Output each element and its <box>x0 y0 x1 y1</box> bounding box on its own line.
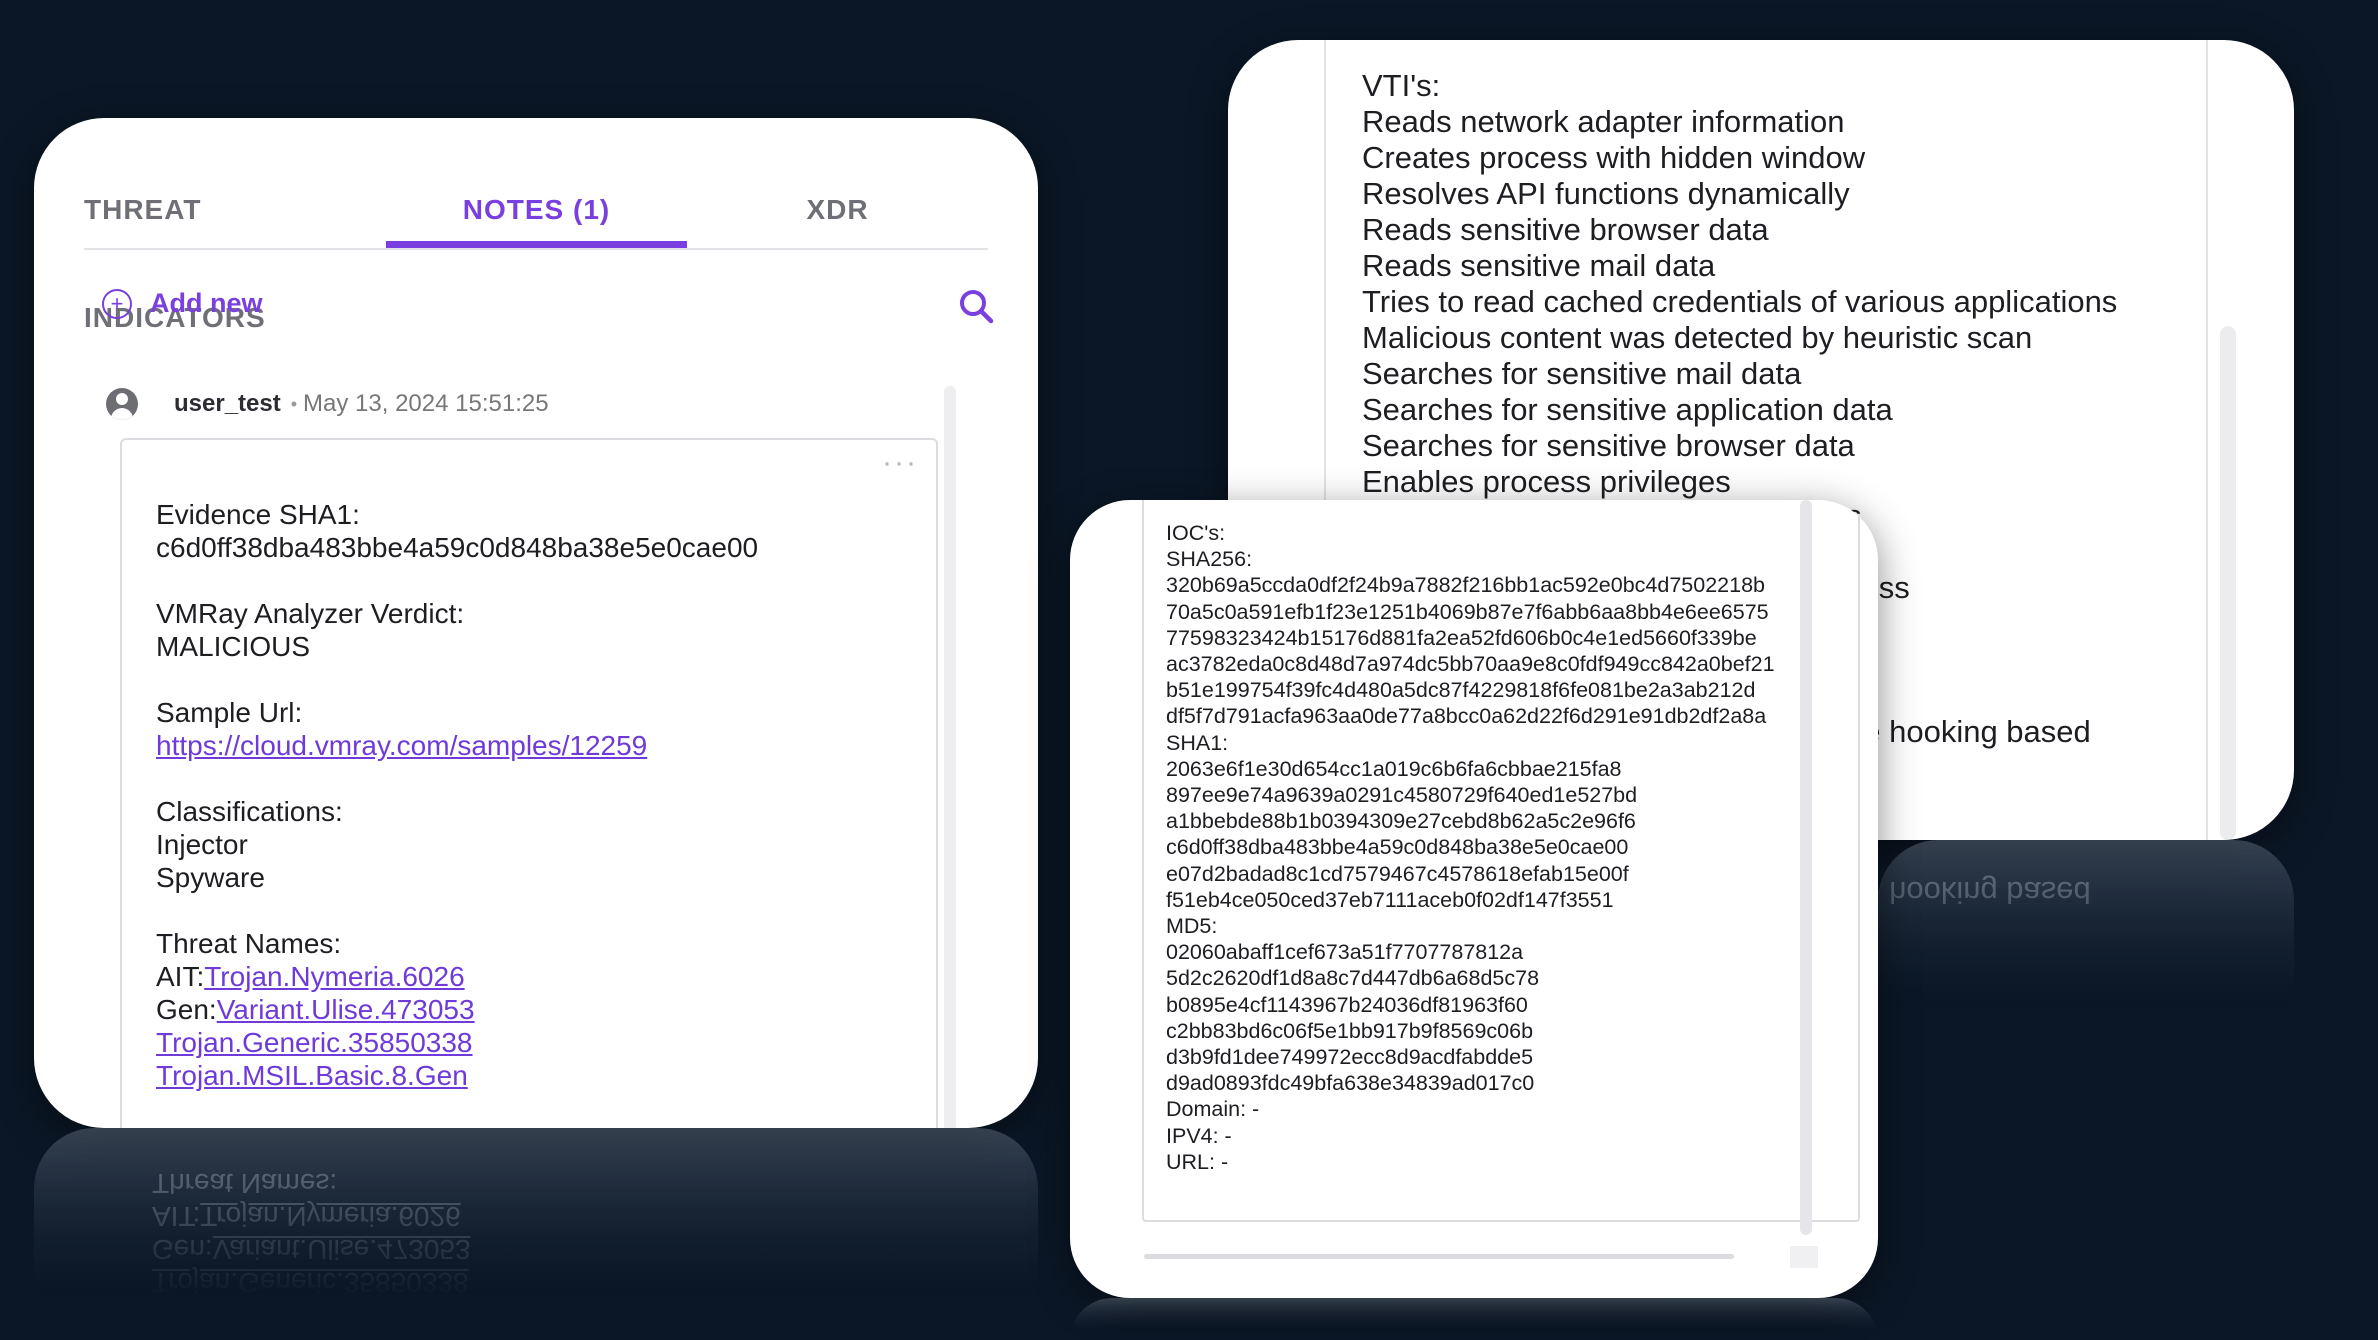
vti-item: Searches for sensitive application data <box>1362 392 1893 427</box>
ioc-vertical-scrollbar[interactable] <box>1800 500 1812 1235</box>
sha256-value: df5f7d791acfa963aa0de77a8bcc0a62d22f6d29… <box>1166 704 1767 729</box>
magnifier-icon[interactable] <box>956 286 996 326</box>
tab-notes[interactable]: NOTES (1) <box>386 156 687 248</box>
user-avatar-icon <box>106 388 138 420</box>
vti-partial-text: de hooking based <box>1846 714 2091 749</box>
threat-name-link[interactable]: Trojan.Generic.35850338 <box>156 1027 473 1058</box>
reflection-text: AIT:Trojan.Nymeria.6026 <box>152 1201 461 1232</box>
vti-item: Enables process privileges <box>1362 464 1731 499</box>
ioc-text: IOC's: SHA256: 320b69a5ccda0df2f24b9a788… <box>1166 520 1790 1175</box>
threat-prefix: Gen: <box>156 994 217 1025</box>
md5-value: c2bb83bd6c06f5e1bb917b9f8569c06b <box>1166 1018 1534 1043</box>
md5-value: 5d2c2620df1d8a8c7d447db6a68d5c78 <box>1166 966 1540 991</box>
note-timestamp: May 13, 2024 15:51:25 <box>303 390 549 417</box>
separator-dot: • <box>290 393 298 414</box>
classifications-label: Classifications: <box>156 796 343 827</box>
md5-value: 02060abaff1cef673a51f7707787812a <box>1166 940 1524 965</box>
ioc-panel: IOC's: SHA256: 320b69a5ccda0df2f24b9a788… <box>1070 500 1878 1298</box>
url-value: URL: - <box>1166 1149 1229 1174</box>
reflection-text: Trojan.MSIL.Basic.8.Gen <box>152 1300 464 1331</box>
reflection-text: Gen:Variant.Ulise.473053 <box>152 1234 471 1265</box>
sample-url-link[interactable]: https://cloud.vmray.com/samples/12259 <box>156 730 647 761</box>
sha1-value: 2063e6f1e30d654cc1a019c6b6fa6cbbae215fa8 <box>1166 756 1622 781</box>
ioc-heading: IOC's: <box>1166 521 1226 545</box>
ipv4-value: IPV4: - <box>1166 1123 1232 1148</box>
vti-item: Reads sensitive browser data <box>1362 212 1769 247</box>
vti-item: Searches for sensitive mail data <box>1362 356 1802 391</box>
vti-item: Tries to read cached credentials of vari… <box>1362 284 2118 319</box>
threat-names-label: Threat Names: <box>156 928 342 959</box>
vti-item: Creates process with hidden window <box>1362 140 1866 175</box>
threat-name-link[interactable]: Variant.Ulise.473053 <box>217 994 475 1025</box>
sample-url-label: Sample Url: <box>156 697 303 728</box>
sha256-value: ac3782eda0c8d48d7a974dc5bb70aa9e8c0fdf94… <box>1166 652 1775 677</box>
sha1-value: 897ee9e74a9639a0291c4580729f640ed1e527bd <box>1166 783 1638 808</box>
vti-item: Malicious content was detected by heuris… <box>1362 320 2033 355</box>
scroll-corner <box>1790 1246 1818 1268</box>
sha256-value: 77598323424b15176d881fa2ea52fd606b0c4e1e… <box>1166 625 1757 650</box>
note-body: Evidence SHA1: c6d0ff38dba483bbe4a59c0d8… <box>156 498 758 1092</box>
vti-heading: VTI's: <box>1362 68 1441 103</box>
notes-scrollbar[interactable] <box>944 386 956 1128</box>
verdict-value: MALICIOUS <box>156 631 311 662</box>
tab-threat-indicators[interactable]: THREAT INDICATORS <box>84 156 386 333</box>
threat-prefix: AIT: <box>156 961 205 992</box>
add-new-button[interactable]: + Add new <box>102 288 263 319</box>
ioc-reflection <box>1070 1298 1878 1340</box>
vti-item: Reads sensitive mail data <box>1362 248 1716 283</box>
sha1-value: f51eb4ce050ced37eb7111aceb0f02df147f3551 <box>1166 887 1614 912</box>
vti-reflection: de hooking based <box>1878 840 2294 1050</box>
reflection-text: de hooking based <box>1878 875 2091 910</box>
sha256-value: b51e199754f39fc4d480a5dc87f4229818f6fe08… <box>1166 678 1756 703</box>
vti-item: Searches for sensitive browser data <box>1362 428 1855 463</box>
threat-name-link[interactable]: Trojan.Nymeria.6026 <box>204 961 464 992</box>
note-header: user_test • May 13, 2024 15:51:25 <box>106 388 549 420</box>
notes-panel: THREAT INDICATORS NOTES (1) XDR + Add ne… <box>34 118 1038 1128</box>
tab-bar: THREAT INDICATORS NOTES (1) XDR <box>84 156 988 333</box>
sha1-label: SHA1: <box>1166 730 1229 755</box>
kebab-menu-icon[interactable]: ··· <box>882 446 918 480</box>
tab-xdr[interactable]: XDR <box>687 156 988 248</box>
evidence-value: c6d0ff38dba483bbe4a59c0d848ba38e5e0cae00 <box>156 532 759 563</box>
notes-reflection: Trojan.MSIL.Basic.8.Gen Trojan.Generic.3… <box>34 1128 1038 1340</box>
sha1-value: e07d2badad8c1cd7579467c4578618efab15e00f <box>1166 861 1629 886</box>
ioc-horizontal-scrollbar[interactable] <box>1144 1254 1734 1259</box>
sha1-value: a1bbebde88b1b0394309e27cebd8b62a5c2e96f6 <box>1166 809 1636 834</box>
sha256-value: 70a5c0a591efb1f23e1251b4069b87e7f6abb6aa… <box>1166 599 1769 624</box>
sha256-label: SHA256: <box>1166 547 1253 572</box>
plus-circle-icon: + <box>102 288 132 319</box>
note-content-box: ··· Evidence SHA1: c6d0ff38dba483bbe4a59… <box>120 438 938 1128</box>
vti-border-right <box>2206 40 2208 840</box>
sha1-value: c6d0ff38dba483bbe4a59c0d848ba38e5e0cae00 <box>1166 835 1629 860</box>
vti-item: Reads network adapter information <box>1362 104 1845 139</box>
verdict-label: VMRay Analyzer Verdict: <box>156 598 465 629</box>
classification-item: Spyware <box>156 862 265 893</box>
md5-value: d9ad0893fdc49bfa638e34839ad017c0 <box>1166 1071 1535 1096</box>
threat-name-link[interactable]: Trojan.MSIL.Basic.8.Gen <box>156 1060 468 1091</box>
reflection-text: Threat Names: <box>152 1168 338 1199</box>
md5-value: d3b9fd1dee749972ecc8d9acdfabdde5 <box>1166 1045 1534 1070</box>
note-author: user_test <box>174 390 281 417</box>
md5-label: MD5: <box>1166 914 1218 939</box>
sha256-value: 320b69a5ccda0df2f24b9a7882f216bb1ac592e0… <box>1166 573 1765 598</box>
vti-item: Resolves API functions dynamically <box>1362 176 1850 211</box>
add-new-label: Add new <box>150 288 263 318</box>
evidence-label: Evidence SHA1: <box>156 499 360 530</box>
vti-list: VTI's: Reads network adapter information… <box>1362 68 2117 500</box>
classification-item: Injector <box>156 829 248 860</box>
vti-scrollbar[interactable] <box>2220 326 2236 840</box>
domain-value: Domain: - <box>1166 1097 1260 1122</box>
md5-value: b0895e4cf1143967b24036df81963f60 <box>1166 992 1528 1017</box>
reflection-text: Trojan.Generic.35850338 <box>152 1267 469 1298</box>
